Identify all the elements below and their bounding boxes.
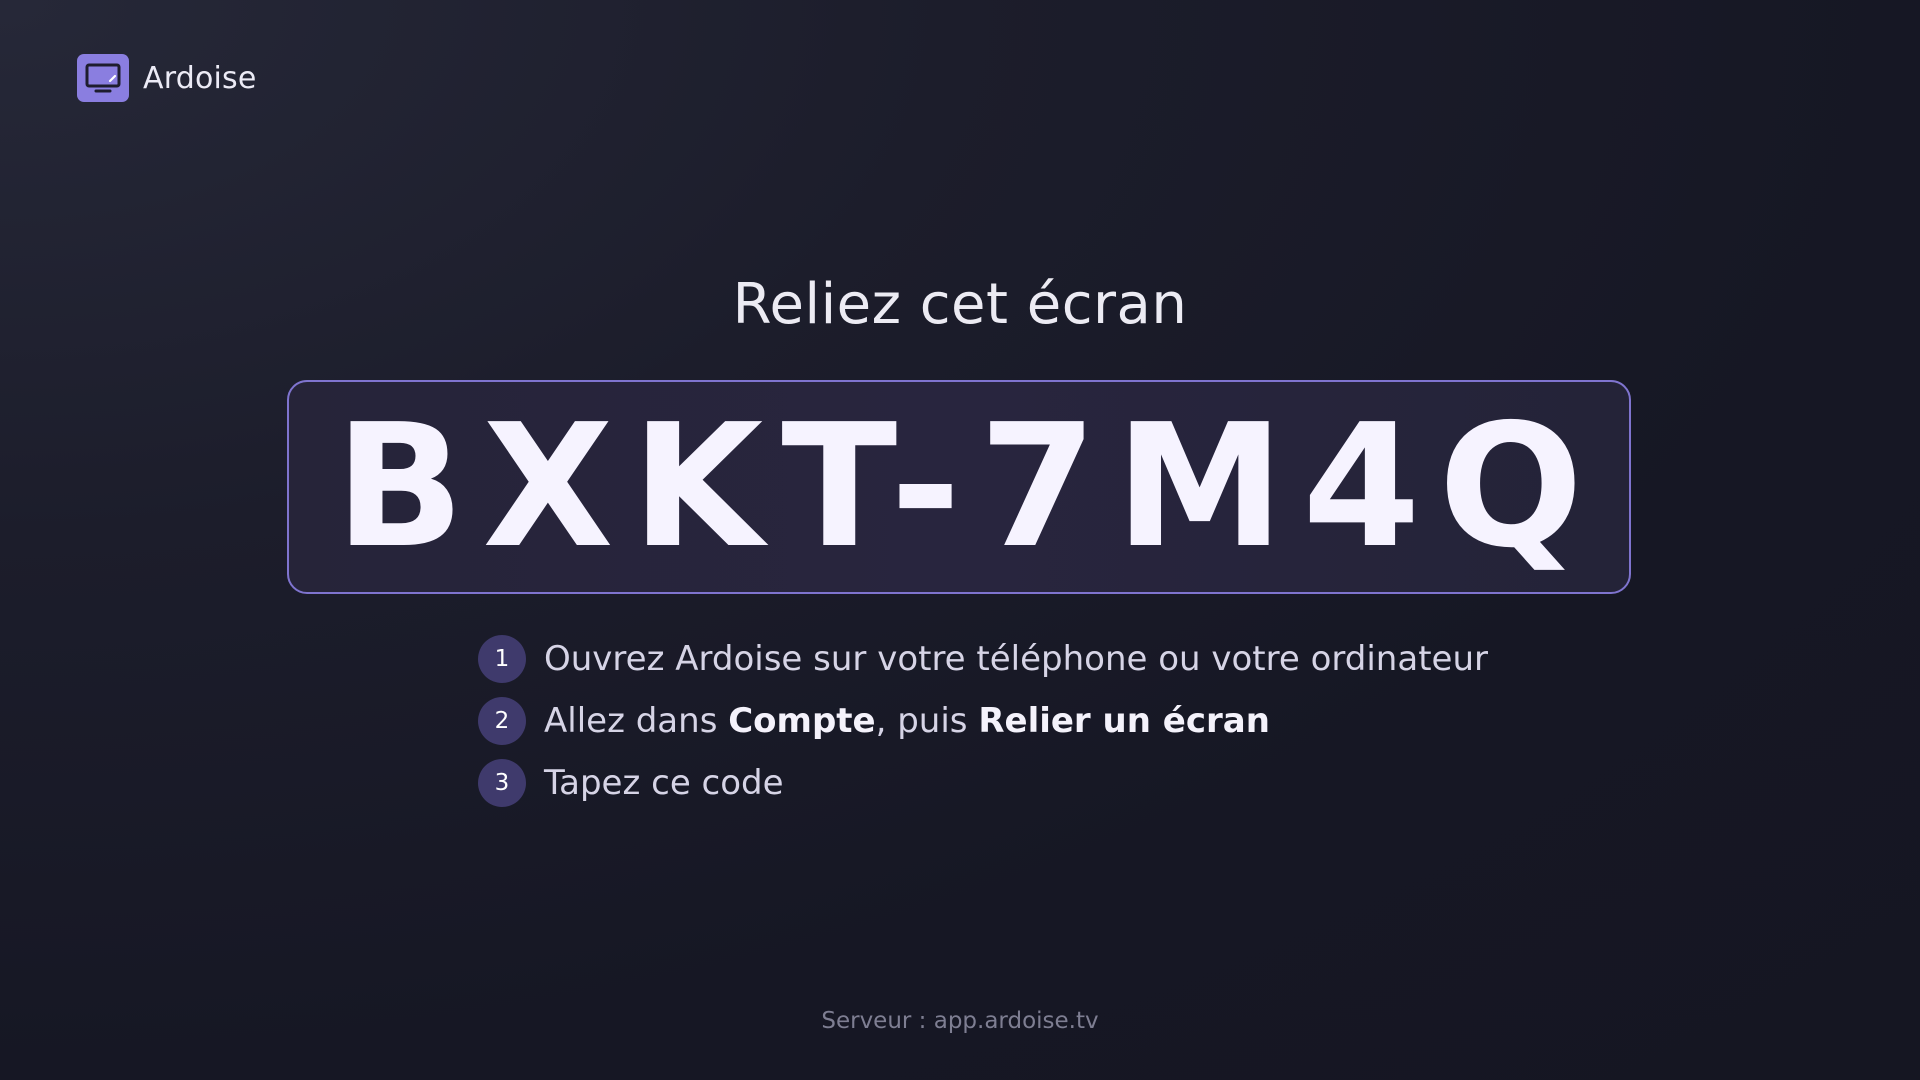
instructions-list: 1 Ouvrez Ardoise sur votre téléphone ou …: [478, 628, 1488, 814]
step-text: Tapez ce code: [544, 763, 784, 803]
account-menu-reference: Compte: [728, 701, 876, 741]
brand-name: Ardoise: [143, 60, 257, 96]
step-item: 3 Tapez ce code: [478, 752, 1488, 814]
tv-screen-icon: [77, 54, 129, 102]
pairing-code-box: BXKT-7M4Q: [287, 380, 1631, 594]
step-text-segment: Allez dans: [544, 701, 729, 741]
pairing-code: BXKT-7M4Q: [334, 388, 1602, 586]
link-screen-reference: Relier un écran: [978, 701, 1270, 741]
step-text-segment: Ouvrez Ardoise sur votre téléphone ou vo…: [544, 639, 1488, 679]
step-item: 1 Ouvrez Ardoise sur votre téléphone ou …: [478, 628, 1488, 690]
server-address: Serveur : app.ardoise.tv: [821, 1008, 1099, 1034]
step-text-segment: , puis: [875, 701, 979, 741]
page-title: Reliez cet écran: [732, 272, 1188, 337]
step-item: 2 Allez dans Compte, puis Relier un écra…: [478, 690, 1488, 752]
step-number-badge: 2: [478, 697, 526, 745]
step-text: Ouvrez Ardoise sur votre téléphone ou vo…: [544, 639, 1488, 679]
step-text-segment: Tapez ce code: [544, 763, 784, 803]
step-number-badge: 3: [478, 759, 526, 807]
brand-logo: Ardoise: [77, 54, 257, 102]
step-number-badge: 1: [478, 635, 526, 683]
step-text: Allez dans Compte, puis Relier un écran: [544, 701, 1270, 741]
